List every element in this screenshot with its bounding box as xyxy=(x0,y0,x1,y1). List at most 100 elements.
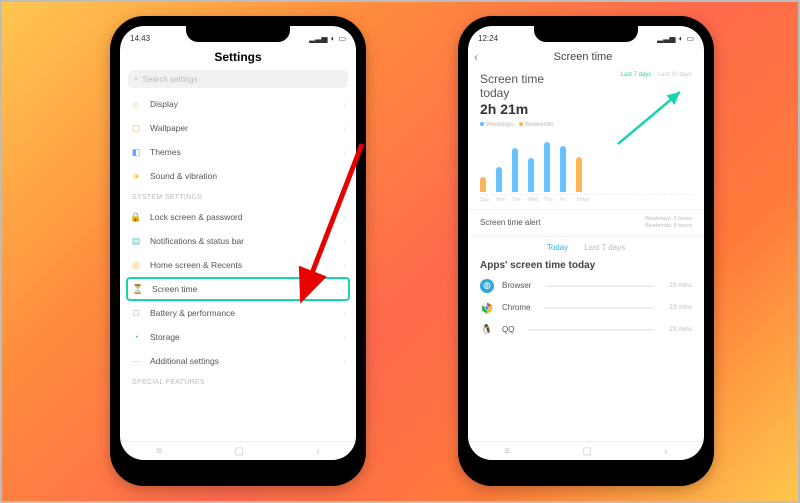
battery-icon: ▭ xyxy=(686,34,694,43)
row-label: Home screen & Recents xyxy=(150,260,242,270)
row-label: Sound & vibration xyxy=(150,171,217,181)
chrome-icon xyxy=(480,301,494,315)
apps-title: Apps' screen time today xyxy=(468,258,704,275)
screen-time-alert[interactable]: Screen time alert Weekdays: 5 hours Week… xyxy=(468,209,704,237)
app-bar xyxy=(528,329,655,331)
bar-sun xyxy=(480,177,486,192)
nav-menu-icon[interactable]: ≡ xyxy=(504,446,510,457)
row-display[interactable]: ☼ Display › xyxy=(120,92,356,116)
bar-thu xyxy=(544,142,550,192)
phone-settings: 14:43 ▂▃▅ ◐ ▭ Settings ⌕ Search settings… xyxy=(110,16,366,486)
row-label: Display xyxy=(150,99,178,109)
storage-icon: ◔ xyxy=(130,331,142,343)
screen-left: 14:43 ▂▃▅ ◐ ▭ Settings ⌕ Search settings… xyxy=(120,26,356,460)
chevron-right-icon: › xyxy=(343,357,346,366)
status-icons: ▂▃▅ ◐ ▭ xyxy=(309,34,346,43)
xlabel: Sun xyxy=(480,197,486,203)
search-icon: ⌕ xyxy=(134,74,138,84)
android-navbar[interactable]: ≡ ▢ ‹ xyxy=(468,441,704,460)
android-navbar[interactable]: ≡ ▢ ‹ xyxy=(120,441,356,460)
browser-icon: ◍ xyxy=(480,279,494,293)
status-icons: ▂▃▅ ◐ ▭ xyxy=(657,34,694,43)
row-battery[interactable]: □ Battery & performance › xyxy=(120,301,356,325)
row-themes[interactable]: ◧ Themes › xyxy=(120,140,356,164)
page-title: Screen time xyxy=(484,51,682,63)
row-lockscreen[interactable]: 🔒 Lock screen & password › xyxy=(120,205,356,229)
search-input[interactable]: ⌕ Search settings xyxy=(128,70,348,88)
row-label: Wallpaper xyxy=(150,123,188,133)
app-row-chrome[interactable]: Chrome 23 mins xyxy=(468,297,704,319)
settings-list: ☼ Display › ▢ Wallpaper › ◧ Themes › 🕪 S… xyxy=(120,92,356,460)
more-icon: ⋯ xyxy=(130,355,142,367)
usage-chart xyxy=(480,134,692,195)
alert-weekends: Weekends: 8 hours xyxy=(645,223,692,229)
chevron-right-icon: › xyxy=(343,237,346,246)
status-time: 12:24 xyxy=(478,34,498,43)
summary-l2: today xyxy=(480,86,509,100)
chevron-right-icon: › xyxy=(343,333,346,342)
chevron-right-icon: › xyxy=(343,213,346,222)
chevron-right-icon: › xyxy=(343,261,346,270)
screen-right: 12:24 ▂▃▅ ◐ ▭ ‹ Screen time Screen time … xyxy=(468,26,704,460)
tab-last7[interactable]: Last 7 days xyxy=(584,243,625,252)
nav-home-icon[interactable]: ▢ xyxy=(583,446,592,457)
chevron-right-icon: › xyxy=(343,309,346,318)
chevron-right-icon: › xyxy=(343,148,346,157)
row-notifications[interactable]: ▤ Notifications & status bar › xyxy=(120,229,356,253)
app-row-browser[interactable]: ◍ Browser 23 mins xyxy=(468,275,704,297)
nav-menu-icon[interactable]: ≡ xyxy=(156,446,162,457)
section-special: SPECIAL FEATURES xyxy=(120,373,356,390)
nav-home-icon[interactable]: ▢ xyxy=(235,446,244,457)
wifi-icon: ◐ xyxy=(679,34,684,43)
chevron-right-icon: › xyxy=(343,100,346,109)
notch xyxy=(186,26,290,42)
xlabel: Fri xyxy=(560,197,566,203)
row-label: Notifications & status bar xyxy=(150,236,244,246)
back-button[interactable]: ‹ xyxy=(474,50,478,64)
sound-icon: 🕪 xyxy=(130,170,142,182)
bar-mon xyxy=(496,167,502,192)
row-label: Storage xyxy=(150,332,180,342)
signal-icon: ▂▃▅ xyxy=(657,34,675,43)
tab-7days[interactable]: Last 7 days xyxy=(621,72,652,78)
row-homescreen[interactable]: ◎ Home screen & Recents › xyxy=(120,253,356,277)
battery-icon: □ xyxy=(130,307,142,319)
home-icon: ◎ xyxy=(130,259,142,271)
xlabel: Thu xyxy=(544,197,550,203)
legend-dot-weekend xyxy=(519,122,523,126)
app-row-qq[interactable]: 🐧 QQ 23 mins xyxy=(468,319,704,341)
row-label: Screen time xyxy=(152,284,197,294)
xlabel: Wed xyxy=(528,197,534,203)
themes-icon: ◧ xyxy=(130,146,142,158)
section-system: SYSTEM SETTINGS xyxy=(120,188,356,205)
lock-icon: 🔒 xyxy=(130,211,142,223)
xlabel: Today xyxy=(576,197,582,203)
nav-back-icon[interactable]: ‹ xyxy=(664,446,667,457)
app-time: 23 mins xyxy=(669,326,692,333)
tab-today[interactable]: Today xyxy=(547,243,568,252)
phone-screentime: 12:24 ▂▃▅ ◐ ▭ ‹ Screen time Screen time … xyxy=(458,16,714,486)
summary-l1: Screen time xyxy=(480,72,544,86)
app-time: 23 mins xyxy=(669,304,692,311)
hourglass-icon: ⏳ xyxy=(132,283,144,295)
chevron-right-icon: › xyxy=(341,285,344,294)
row-label: Battery & performance xyxy=(150,308,235,318)
legend-dot-weekday xyxy=(480,122,484,126)
bar-tue xyxy=(512,148,518,192)
app-name: Chrome xyxy=(502,303,530,312)
row-screentime[interactable]: ⏳ Screen time › xyxy=(126,277,350,301)
row-wallpaper[interactable]: ▢ Wallpaper › xyxy=(120,116,356,140)
row-additional[interactable]: ⋯ Additional settings › xyxy=(120,349,356,373)
row-sound[interactable]: 🕪 Sound & vibration › xyxy=(120,164,356,188)
nav-back-icon[interactable]: ‹ xyxy=(316,446,319,457)
chart-legend: Weekdays Weekends xyxy=(468,120,704,130)
chevron-right-icon: › xyxy=(343,124,346,133)
wifi-icon: ◐ xyxy=(331,34,336,43)
search-placeholder: Search settings xyxy=(142,75,197,84)
app-bar xyxy=(545,285,655,287)
brightness-icon: ☼ xyxy=(130,98,142,110)
legend-weekdays: Weekdays xyxy=(486,122,514,128)
tab-30days[interactable]: Last 30 days xyxy=(658,72,692,78)
row-storage[interactable]: ◔ Storage › xyxy=(120,325,356,349)
battery-icon: ▭ xyxy=(338,34,346,43)
